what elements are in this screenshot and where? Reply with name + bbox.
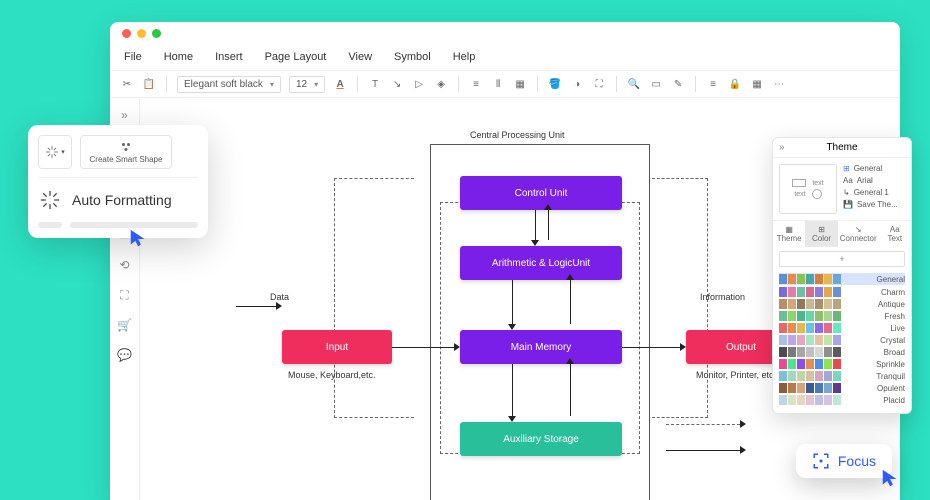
font-select[interactable]: Elegant soft black [177, 76, 281, 93]
comment-icon[interactable]: 💬 [116, 346, 134, 364]
crop-icon[interactable]: ⛶ [592, 77, 606, 91]
theme-panel: » Theme text text ⊞General AaArial ↳Gene… [772, 137, 912, 414]
aux-storage-node[interactable]: Auxiliary Storage [460, 422, 622, 456]
close-icon[interactable] [122, 29, 131, 38]
palette-row[interactable]: Opulent [779, 383, 905, 393]
palette-row[interactable]: Antique [779, 299, 905, 309]
auto-format-icon [38, 188, 62, 212]
palette-row[interactable]: Crystal [779, 335, 905, 345]
distribute-icon[interactable]: ⫴ [491, 77, 505, 91]
expand-icon[interactable]: » [116, 106, 134, 124]
group-icon[interactable]: ▦ [513, 77, 527, 91]
font-color-icon[interactable]: A [333, 77, 347, 91]
menu-file[interactable]: File [124, 51, 142, 63]
main-memory-node[interactable]: Main Memory [460, 330, 622, 364]
cart-icon[interactable]: 🛒 [116, 316, 134, 334]
menu-view[interactable]: View [348, 51, 372, 63]
lock-icon[interactable]: 🔒 [728, 77, 742, 91]
line-style-icon[interactable]: ≡ [706, 77, 720, 91]
auto-formatting-label[interactable]: Auto Formatting [72, 192, 172, 208]
input-node[interactable]: Input [282, 330, 392, 364]
palette-row[interactable]: Fresh [779, 311, 905, 321]
sparkle-icon [45, 145, 59, 159]
focus-button[interactable]: Focus [796, 444, 892, 478]
menubar: File Home Insert Page Layout View Symbol… [110, 44, 900, 70]
menu-help[interactable]: Help [453, 51, 476, 63]
cursor-icon [128, 228, 150, 250]
alu-node[interactable]: Arithmetic & LogicUnit [460, 246, 622, 280]
fill-icon[interactable]: 🪣 [548, 77, 562, 91]
tab-connector[interactable]: ↘Connector [838, 221, 879, 247]
history-icon[interactable]: ⟲ [116, 256, 134, 274]
focus-icon [812, 452, 830, 470]
theme-header: » Theme [773, 138, 911, 158]
create-smart-shape-button[interactable]: Create Smart Shape [80, 135, 172, 169]
menu-page-layout[interactable]: Page Layout [265, 51, 327, 63]
theme-preview[interactable]: text text [779, 164, 837, 214]
search-icon[interactable]: 🔍 [627, 77, 641, 91]
cut-icon[interactable]: ✂ [120, 77, 134, 91]
layers-icon[interactable]: ◈ [434, 77, 448, 91]
tab-theme[interactable]: ▦Theme [773, 221, 805, 247]
menu-symbol[interactable]: Symbol [394, 51, 431, 63]
inner-frame-1 [440, 202, 640, 454]
palette-row[interactable]: Tranquil [779, 371, 905, 381]
fullscreen-icon[interactable]: ⛶ [116, 286, 134, 304]
palette-row[interactable]: Placid [779, 395, 905, 405]
maximize-icon[interactable] [152, 29, 161, 38]
more-icon[interactable]: ⋯ [772, 77, 786, 91]
data-label: Data [270, 292, 289, 302]
prop-font[interactable]: AaArial [843, 176, 905, 185]
palette-list: General Charm Antique Fresh Live Crystal Broad… [773, 271, 911, 413]
prop-save[interactable]: 💾Save The... [843, 200, 905, 209]
preview-icon[interactable]: ▭ [649, 77, 663, 91]
palette-row[interactable]: Live [779, 323, 905, 333]
input-caption: Mouse, Keyboard,etc. [288, 370, 376, 380]
menu-home[interactable]: Home [164, 51, 193, 63]
prop-connector[interactable]: ↳General 1 [843, 188, 905, 197]
info-label: Information [700, 292, 745, 302]
cursor-icon [880, 468, 902, 490]
add-theme-button[interactable]: + [779, 251, 905, 267]
grid-icon[interactable]: ▦ [750, 77, 764, 91]
text-tool-icon[interactable]: T [368, 77, 382, 91]
menu-insert[interactable]: Insert [215, 51, 243, 63]
align-icon[interactable]: ≡ [469, 77, 483, 91]
font-size-select[interactable]: 12 [289, 76, 325, 93]
output-caption: Monitor, Printer, etc. [696, 370, 776, 380]
prop-general[interactable]: ⊞General [843, 164, 905, 173]
control-unit-node[interactable]: Control Unit [460, 176, 622, 210]
auto-formatting-card: ▾ Create Smart Shape Auto Formatting [28, 125, 208, 238]
palette-row[interactable]: General [779, 273, 905, 285]
connector-icon[interactable]: ↘ [390, 77, 404, 91]
tab-color[interactable]: ⊞Color [805, 221, 837, 247]
pointer-icon[interactable]: ▷ [412, 77, 426, 91]
tab-text[interactable]: AaText [879, 221, 911, 247]
collapse-icon[interactable]: » [779, 142, 785, 153]
smart-shape-icon [120, 141, 132, 153]
palette-row[interactable]: Charm [779, 287, 905, 297]
smart-shape-tile-1[interactable]: ▾ [38, 135, 72, 169]
shadow-icon[interactable]: ◑ [570, 77, 584, 91]
titlebar [110, 22, 900, 44]
minimize-icon[interactable] [137, 29, 146, 38]
clipboard-icon[interactable]: 📋 [142, 77, 156, 91]
toolbar: ✂ 📋 Elegant soft black 12 A T ↘ ▷ ◈ ≡ ⫴ … [110, 70, 900, 98]
pen-icon[interactable]: ✎ [671, 77, 685, 91]
palette-row[interactable]: Broad [779, 347, 905, 357]
cpu-title: Central Processing Unit [470, 130, 565, 140]
dashed-left [334, 178, 414, 418]
palette-row[interactable]: Sprinkle [779, 359, 905, 369]
